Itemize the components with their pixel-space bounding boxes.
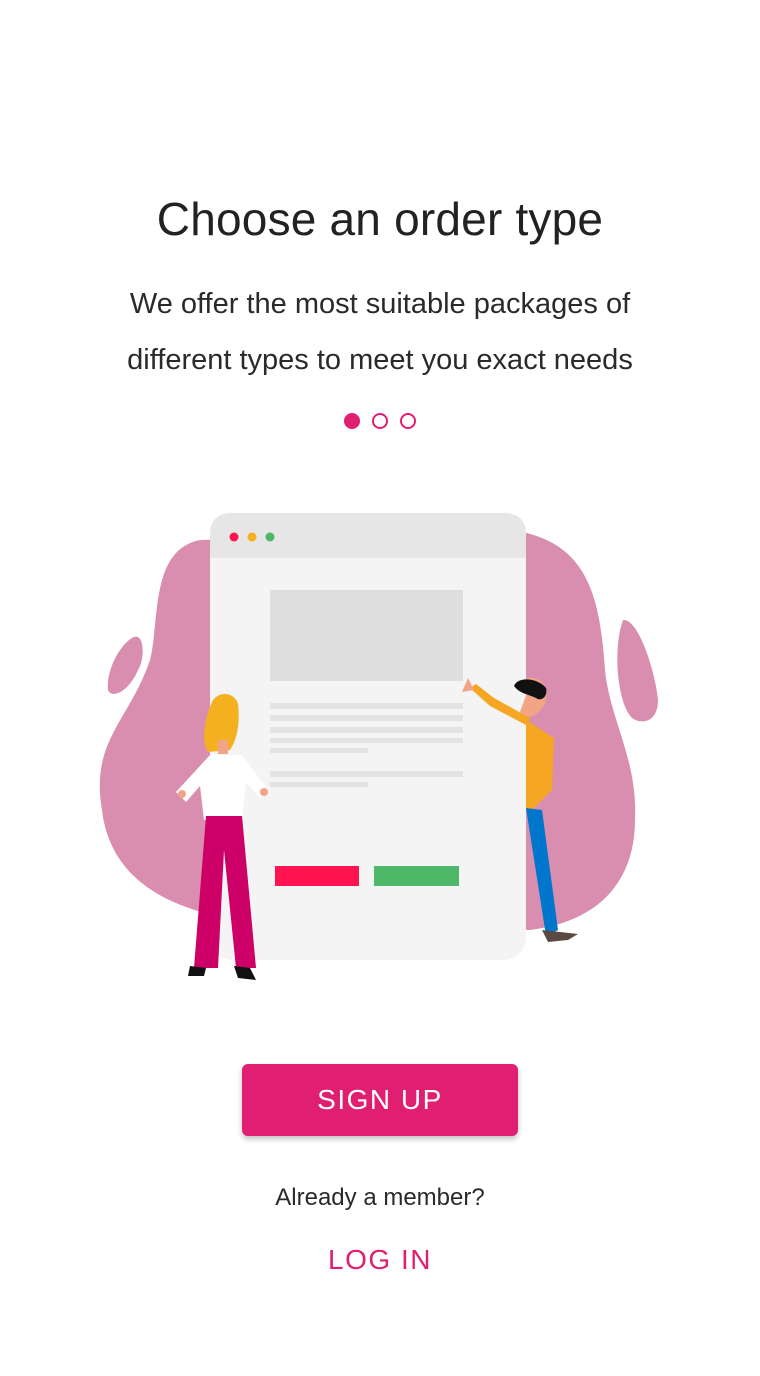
window-dot-red [229,532,239,542]
content-image-placeholder [270,590,463,681]
page-dot-2[interactable] [372,413,388,429]
page-title: Choose an order type [156,193,604,245]
page-subtitle: We offer the most suitable packages of d… [127,288,633,376]
member-prompt: Already a member? [275,1184,485,1211]
onboarding-screen: Choose an order type We offer the most s… [0,0,760,1376]
red-mock-button [275,866,359,886]
onboarding-illustration [90,490,670,990]
left-small-blob [107,636,143,694]
green-mock-button [374,866,459,886]
log-in-link[interactable]: LOG IN [310,1240,450,1280]
browser-window [210,513,526,960]
sign-up-button[interactable]: SIGN UP [242,1064,518,1136]
window-dot-green [265,532,275,542]
page-dot-1[interactable] [344,413,360,429]
page-indicator [0,413,760,429]
browser-topbar [210,513,526,558]
page-dot-3[interactable] [400,413,416,429]
window-dot-yellow [247,532,257,542]
right-small-blob [617,619,658,722]
